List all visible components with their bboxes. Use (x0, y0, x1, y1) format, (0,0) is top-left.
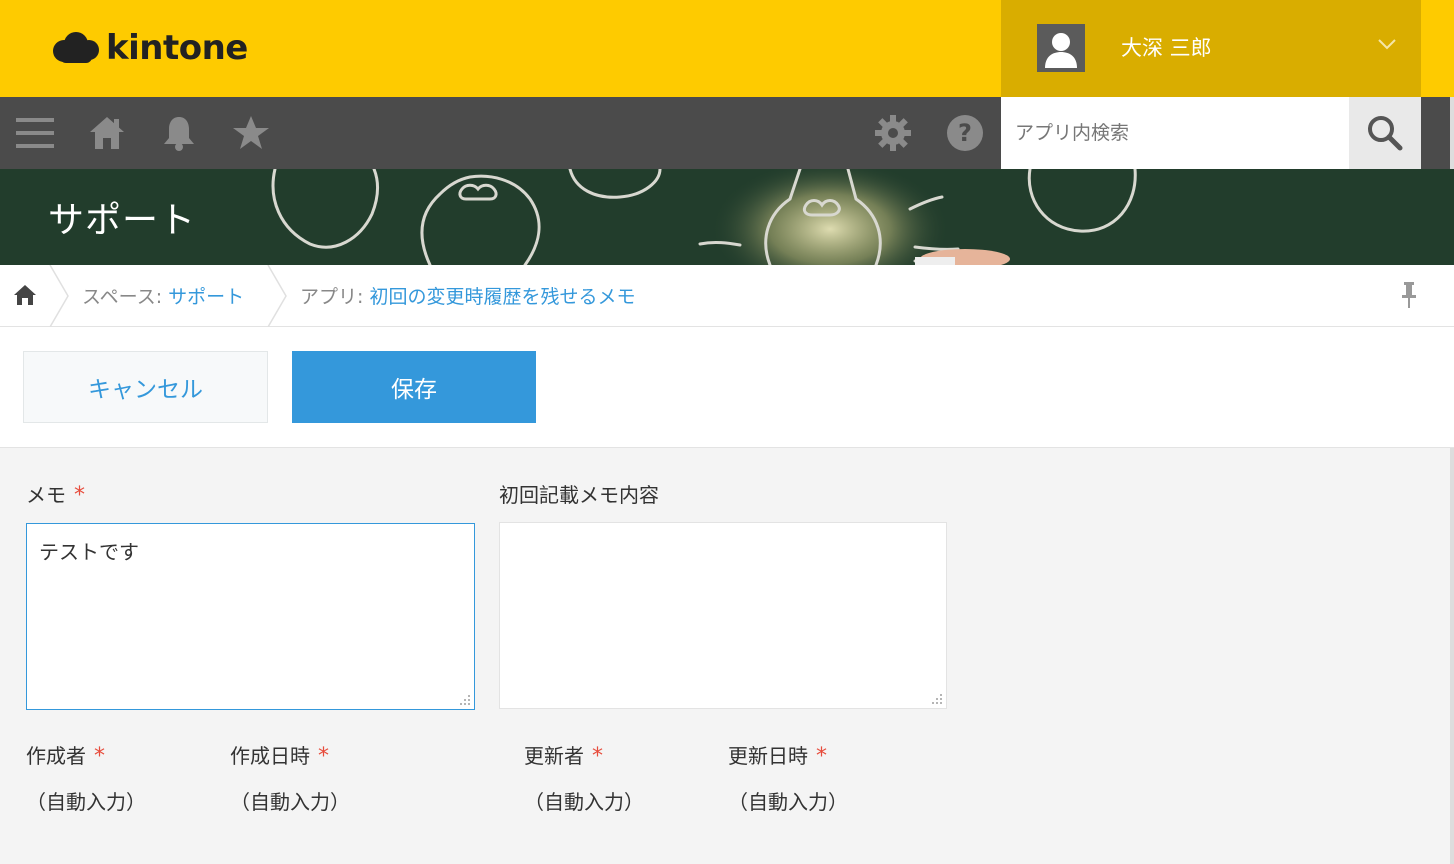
breadcrumb-space-prefix: スペース: (82, 286, 169, 308)
creator-label: 作成者 * (26, 740, 105, 769)
resize-grip-icon[interactable] (930, 692, 944, 706)
created-at-label-text: 作成日時 (230, 744, 310, 768)
breadcrumb: スペース: サポート アプリ: 初回の変更時履歴を残せるメモ (0, 265, 1454, 327)
updater-label-text: 更新者 (524, 744, 584, 768)
app-search-input[interactable] (1001, 97, 1349, 169)
breadcrumb-separator (49, 265, 69, 327)
home-icon[interactable] (12, 283, 38, 307)
bell-icon[interactable] (159, 113, 199, 153)
updated-at-value: （自動入力） (728, 790, 848, 814)
header-edge (1421, 0, 1454, 97)
cloud-logo-icon (53, 32, 99, 63)
breadcrumb-app: アプリ: 初回の変更時履歴を残せるメモ (300, 282, 635, 309)
breadcrumb-separator (267, 265, 287, 327)
user-name: 大深 三郎 (1121, 36, 1212, 60)
user-menu[interactable]: 大深 三郎 (1001, 0, 1421, 97)
required-mark: * (94, 744, 105, 769)
required-mark: * (592, 744, 603, 769)
first-memo-label: 初回記載メモ内容 (499, 483, 659, 507)
required-mark: * (74, 483, 85, 508)
breadcrumb-app-prefix: アプリ: (300, 286, 370, 308)
space-banner: サポート (0, 169, 1454, 265)
breadcrumb-space: スペース: サポート (82, 282, 244, 309)
updated-at-label: 更新日時 * (728, 740, 827, 769)
save-button[interactable]: 保存 (292, 351, 536, 423)
memo-textarea[interactable]: テストです (26, 523, 475, 710)
record-action-bar: キャンセル 保存 (0, 327, 1454, 448)
required-mark: * (816, 744, 827, 769)
memo-label: メモ * (26, 479, 85, 508)
breadcrumb-space-link[interactable]: サポート (168, 286, 244, 308)
global-toolbar: ? (0, 97, 1454, 169)
updated-at-label-text: 更新日時 (728, 744, 808, 768)
star-icon[interactable] (231, 113, 271, 153)
user-silhouette-icon (1045, 33, 1077, 68)
svg-text:?: ? (958, 119, 972, 147)
global-header: kintone 大深 三郎 (0, 0, 1454, 97)
required-mark: * (318, 744, 329, 769)
avatar (1037, 24, 1085, 72)
memo-label-text: メモ (26, 483, 66, 507)
menu-icon[interactable] (15, 113, 55, 153)
created-at-label: 作成日時 * (230, 740, 329, 769)
breadcrumb-app-link[interactable]: 初回の変更時履歴を残せるメモ (369, 286, 635, 308)
home-icon[interactable] (87, 113, 127, 153)
search-button[interactable] (1349, 97, 1421, 169)
gear-icon[interactable] (873, 113, 913, 153)
cancel-button[interactable]: キャンセル (23, 351, 268, 423)
search-icon (1368, 116, 1403, 151)
created-at-value: （自動入力） (230, 790, 350, 814)
chevron-down-icon[interactable] (1377, 38, 1397, 50)
creator-label-text: 作成者 (26, 744, 86, 768)
logo-text: kintone (106, 28, 248, 68)
space-title: サポート (48, 200, 197, 241)
first-memo-textarea[interactable] (499, 522, 947, 709)
pin-icon[interactable] (1399, 281, 1419, 309)
lightbulb-banner-image (0, 169, 1454, 265)
updater-label: 更新者 * (524, 740, 603, 769)
updater-value: （自動入力） (524, 790, 644, 814)
creator-value: （自動入力） (26, 790, 146, 814)
help-icon[interactable]: ? (945, 113, 985, 153)
kintone-logo[interactable]: kintone (52, 28, 248, 68)
resize-grip-icon[interactable] (458, 693, 472, 707)
